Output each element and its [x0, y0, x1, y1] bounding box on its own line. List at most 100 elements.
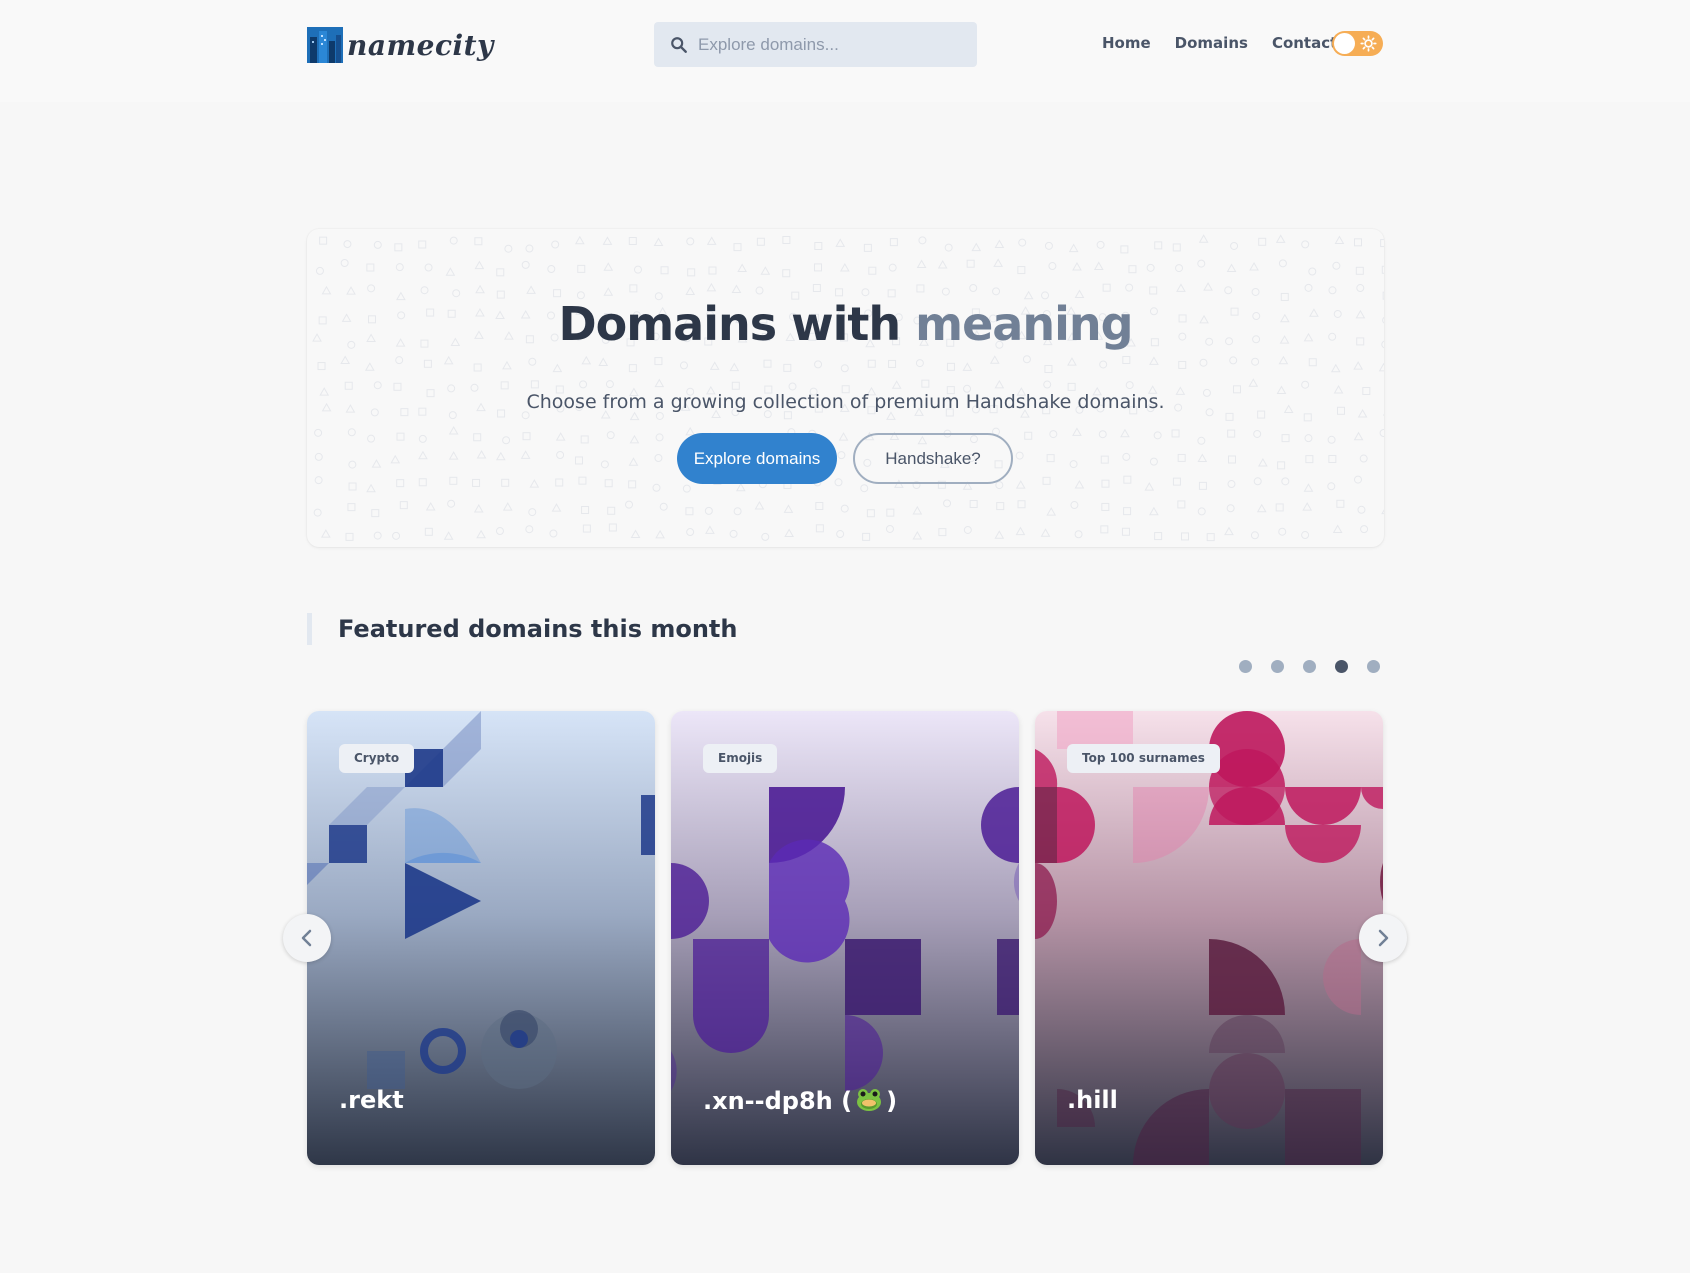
- logo[interactable]: namecity: [307, 27, 494, 63]
- pattern-shape: [448, 451, 459, 460]
- pattern-shape: [395, 263, 404, 272]
- pattern-shape: [1098, 430, 1107, 439]
- pattern-shape: [366, 263, 375, 272]
- pattern-shape: [1305, 455, 1314, 464]
- pattern-shape: [314, 452, 323, 461]
- hero-title-main: Domains with: [558, 297, 901, 351]
- pattern-shape: [1302, 502, 1313, 511]
- pattern-shape: [1144, 482, 1155, 491]
- pattern-shape: [868, 266, 877, 275]
- domain-card[interactable]: Emojis .xn--dp8h ( ): [671, 711, 1019, 1165]
- theme-toggle[interactable]: [1332, 31, 1383, 56]
- carousel-next-button[interactable]: [1359, 914, 1407, 962]
- pattern-shape: [633, 265, 642, 274]
- pattern-shape: [1327, 482, 1336, 491]
- pattern-shape: [473, 363, 482, 372]
- pattern-shape: [836, 530, 845, 539]
- pattern-shape: [1068, 243, 1079, 253]
- pattern-shape: [1256, 503, 1267, 513]
- pattern-shape: [1022, 355, 1031, 364]
- pattern-shape: [1198, 481, 1207, 490]
- nav-home[interactable]: Home: [1102, 34, 1151, 52]
- carousel-dot-3[interactable]: [1303, 660, 1316, 673]
- pattern-shape: [839, 263, 850, 272]
- pattern-shape: [1224, 286, 1233, 295]
- pattern-shape: [472, 478, 481, 487]
- pattern-shape: [424, 263, 433, 272]
- pattern-shape: [761, 532, 770, 541]
- domain-card[interactable]: Crypto .rekt: [307, 711, 655, 1165]
- carousel-dots: [1239, 660, 1380, 673]
- carousel-dot-1[interactable]: [1239, 660, 1252, 673]
- pattern-shape: [946, 362, 955, 371]
- nav-domains[interactable]: Domains: [1175, 34, 1248, 52]
- pattern-shape: [1017, 500, 1026, 509]
- pattern-shape: [1123, 475, 1132, 484]
- pattern-shape: [345, 532, 354, 541]
- pattern-shape: [1024, 431, 1033, 440]
- handshake-button[interactable]: Handshake?: [853, 433, 1013, 484]
- pattern-shape: [1303, 483, 1314, 492]
- domain-name-suffix: ): [886, 1087, 898, 1115]
- pattern-shape: [317, 362, 326, 371]
- pattern-shape: [1227, 429, 1236, 438]
- pattern-shape: [969, 283, 978, 292]
- pattern-shape: [1379, 429, 1384, 438]
- domain-name: .rekt: [339, 1086, 404, 1114]
- pattern-shape: [1275, 503, 1284, 512]
- hero-title: Domains with meaning: [307, 297, 1384, 351]
- pattern-shape: [838, 432, 849, 441]
- pattern-shape: [1197, 507, 1206, 516]
- pattern-shape: [867, 359, 876, 368]
- pattern-shape: [783, 504, 794, 513]
- pattern-shape: [731, 284, 742, 293]
- pattern-shape: [755, 286, 764, 295]
- pattern-shape: [1336, 499, 1345, 508]
- pattern-shape: [1226, 263, 1237, 273]
- pattern-shape: [1015, 480, 1026, 489]
- pattern-shape: [525, 244, 534, 253]
- pattern-shape: [549, 529, 558, 538]
- hero-subtitle: Choose from a growing collection of prem…: [526, 391, 1165, 413]
- carousel-prev-button[interactable]: [283, 914, 331, 962]
- pattern-shape: [551, 240, 560, 249]
- pattern-shape: [399, 501, 408, 510]
- pattern-shape: [605, 380, 614, 389]
- pattern-shape: [555, 478, 564, 487]
- carousel-dot-5[interactable]: [1367, 660, 1380, 673]
- explore-domains-button[interactable]: Explore domains: [677, 433, 837, 484]
- pattern-shape: [340, 355, 351, 364]
- pattern-shape: [1380, 239, 1384, 248]
- pattern-shape: [971, 242, 982, 252]
- pattern-shape: [579, 380, 588, 389]
- pattern-shape: [782, 269, 791, 278]
- pattern-shape: [629, 284, 638, 293]
- pattern-shape: [835, 288, 844, 297]
- pattern-shape: [814, 241, 823, 250]
- pattern-shape: [629, 434, 640, 444]
- domain-card[interactable]: Top 100 surnames .hill: [1035, 711, 1383, 1165]
- pattern-shape: [500, 381, 509, 390]
- pattern-shape: [1225, 412, 1234, 421]
- carousel-dot-4[interactable]: [1335, 660, 1348, 673]
- pattern-shape: [1303, 413, 1312, 422]
- pattern-shape: [555, 432, 566, 441]
- pattern-shape: [608, 523, 617, 532]
- pattern-shape: [995, 481, 1004, 490]
- search-bar[interactable]: [654, 22, 977, 67]
- pattern-shape: [1180, 532, 1189, 541]
- search-input[interactable]: [698, 34, 958, 55]
- pattern-shape: [1359, 454, 1368, 463]
- pattern-shape: [371, 509, 380, 518]
- carousel-dot-2[interactable]: [1271, 660, 1284, 673]
- nav-contact[interactable]: Contact: [1272, 34, 1337, 52]
- pattern-shape: [735, 482, 746, 492]
- pattern-shape: [1197, 436, 1206, 445]
- pattern-shape: [754, 501, 765, 510]
- pattern-shape: [685, 507, 694, 516]
- pattern-shape: [449, 476, 458, 485]
- pattern-shape: [888, 263, 897, 272]
- pattern-shape: [784, 528, 794, 537]
- pattern-shape: [1332, 524, 1343, 533]
- pattern-shape: [679, 361, 688, 370]
